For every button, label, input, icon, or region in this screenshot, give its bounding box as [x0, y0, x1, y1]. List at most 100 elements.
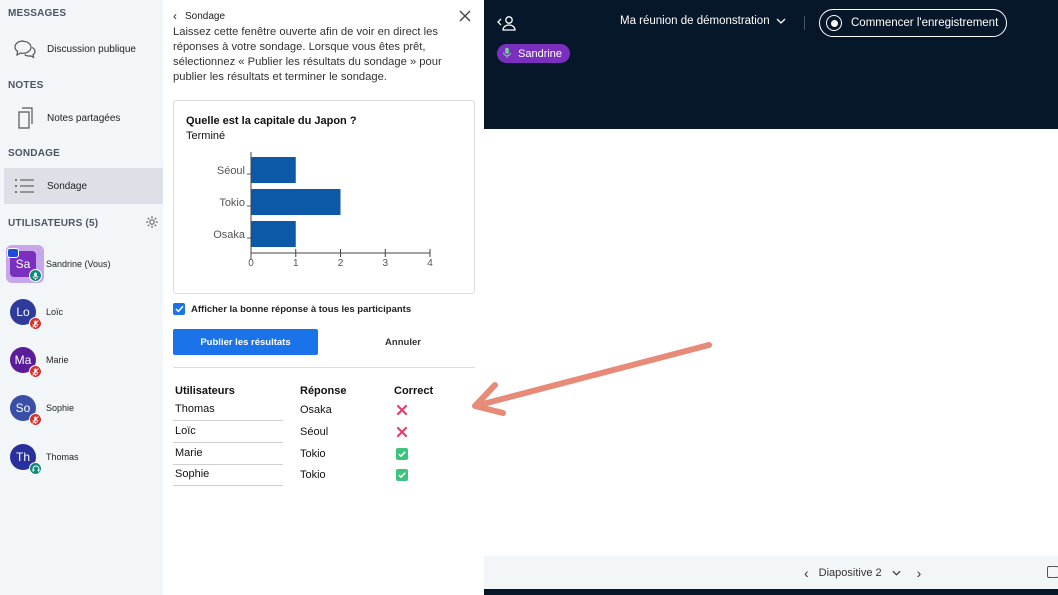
table-cell-user: Thomas — [175, 403, 215, 415]
table-cell-user: Marie — [175, 447, 203, 459]
chart-x-tick-label: 0 — [248, 258, 254, 269]
table-header-users: Utilisateurs — [175, 385, 235, 397]
poll-instructions: Laissez cette fenêtre ouverte afin de vo… — [173, 26, 442, 83]
table-header-answer: Réponse — [300, 385, 347, 397]
chevron-down-icon — [776, 15, 786, 27]
fit-to-width-icon[interactable] — [1047, 566, 1058, 578]
table-cell-answer: Osaka — [300, 404, 332, 416]
next-slide-icon[interactable]: › — [917, 565, 922, 581]
row-divider — [173, 464, 283, 465]
sidebar-item-poll[interactable]: Sondage — [4, 168, 163, 204]
row-divider — [173, 420, 283, 421]
publish-results-button[interactable]: Publier les résultats — [173, 329, 318, 355]
muted-microphone-icon — [29, 317, 42, 330]
gear-icon[interactable] — [145, 215, 159, 229]
microphone-icon — [502, 47, 512, 61]
show-answer-option[interactable]: Afficher la bonne réponse à tous les par… — [173, 303, 411, 315]
meeting-title-dropdown[interactable]: Ma réunion de démonstration — [620, 15, 786, 27]
chart-bar — [251, 189, 341, 215]
cancel-button[interactable]: Annuler — [343, 329, 463, 355]
chart-x-tick-label: 2 — [338, 258, 344, 269]
table-cell-answer: Tokio — [300, 469, 326, 481]
user-name: Sandrine (Vous) — [46, 259, 111, 269]
user-list-item[interactable]: Sa Sandrine (Vous) — [7, 247, 111, 282]
user-name: Loïc — [46, 307, 64, 317]
talker-name: Sandrine — [518, 47, 563, 60]
chart-category-label: Osaka — [213, 229, 246, 241]
document-icon — [12, 105, 38, 131]
annotation-arrow — [472, 342, 712, 416]
sidebar-item-label: Sondage — [47, 180, 88, 192]
sidebar-item-label: Discussion publique — [47, 43, 136, 55]
user-list-item[interactable]: Ma Marie — [10, 343, 69, 378]
headphones-icon — [29, 462, 42, 475]
avatar: Th — [10, 444, 42, 475]
meeting-title: Ma réunion de démonstration — [620, 15, 770, 27]
users-section-title: UTILISATEURS (5) — [8, 218, 99, 229]
divider — [173, 367, 475, 368]
talking-indicator: Sandrine — [497, 44, 571, 63]
previous-slide-icon[interactable]: ‹ — [804, 565, 809, 581]
presenter-icon — [7, 248, 19, 258]
user-list-item[interactable]: Th Thomas — [10, 440, 79, 475]
avatar: So — [10, 395, 42, 426]
poll-results-chart: Séoul Tokio Osaka 0 1 2 3 4 — [213, 152, 433, 269]
record-icon — [826, 15, 842, 31]
chevron-down-icon[interactable] — [892, 567, 901, 579]
table-cell-answer: Séoul — [300, 426, 329, 438]
poll-section-title: SONDAGE — [8, 148, 60, 159]
start-recording-button[interactable]: Commencer l'enregistrement — [819, 9, 1007, 37]
avatar: Ma — [10, 347, 42, 378]
chart-category-label: Séoul — [217, 165, 245, 177]
chart-x-tick-label: 1 — [293, 258, 299, 269]
poll-panel-title: Sondage — [185, 10, 226, 22]
presentation-toolbar: ‹ Diapositive 2 › — [484, 556, 1058, 589]
divider — [804, 16, 805, 30]
chart-bar — [251, 157, 296, 183]
table-header-correct: Correct — [394, 385, 434, 397]
muted-microphone-icon — [29, 413, 42, 426]
chart-x-tick-label: 3 — [382, 258, 388, 269]
meeting-header: Ma réunion de démonstration Commencer l'… — [484, 0, 1058, 129]
chart-x-tick-label: 4 — [427, 258, 433, 269]
user-name: Sophie — [46, 403, 75, 413]
user-list-item[interactable]: So Sophie — [10, 391, 75, 426]
slide-selector[interactable]: Diapositive 2 — [819, 567, 882, 579]
incorrect-icon — [396, 404, 408, 416]
avatar: Sa — [7, 248, 42, 282]
toggle-userlist-icon[interactable] — [497, 14, 517, 32]
notes-section-title: NOTES — [8, 80, 44, 91]
user-name: Thomas — [46, 452, 79, 462]
show-answer-label: Afficher la bonne réponse à tous les par… — [191, 303, 412, 315]
incorrect-icon — [396, 426, 408, 438]
row-divider — [173, 485, 283, 486]
chevron-left-icon: ‹ — [173, 9, 177, 23]
avatar: Lo — [10, 299, 42, 330]
poll-results-card: Quelle est la capitale du Japon ? Termin… — [173, 100, 475, 294]
correct-icon — [396, 448, 408, 460]
sidebar-item-label: Notes partagées — [47, 112, 121, 124]
list-icon — [12, 173, 38, 199]
microphone-icon — [29, 269, 42, 282]
sidebar-item-shared-notes[interactable]: Notes partagées — [4, 100, 163, 136]
muted-microphone-icon — [29, 365, 42, 378]
record-label: Commencer l'enregistrement — [851, 17, 999, 29]
table-cell-answer: Tokio — [300, 448, 326, 460]
sidebar-item-public-chat[interactable]: Discussion publique — [4, 31, 163, 67]
correct-icon — [396, 469, 408, 481]
user-name: Marie — [46, 355, 69, 365]
sidebar: MESSAGES Discussion publique NOTES Notes… — [0, 0, 163, 595]
poll-back-button[interactable]: ‹ Sondage — [173, 9, 225, 23]
poll-panel: ‹ Sondage Laissez cette fenêtre ouverte … — [163, 0, 484, 595]
row-divider — [173, 442, 283, 443]
table-cell-user: Sophie — [175, 468, 210, 480]
chat-icon — [12, 36, 38, 62]
table-cell-user: Loïc — [175, 425, 196, 437]
chart-bar — [251, 221, 296, 247]
chart-category-label: Tokio — [219, 197, 245, 209]
user-list-item[interactable]: Lo Loïc — [10, 295, 64, 330]
footer-strip — [484, 589, 1058, 595]
show-answer-checkbox[interactable] — [173, 303, 185, 315]
slide-navigation: ‹ Diapositive 2 › — [794, 556, 931, 589]
close-icon[interactable] — [457, 8, 473, 24]
